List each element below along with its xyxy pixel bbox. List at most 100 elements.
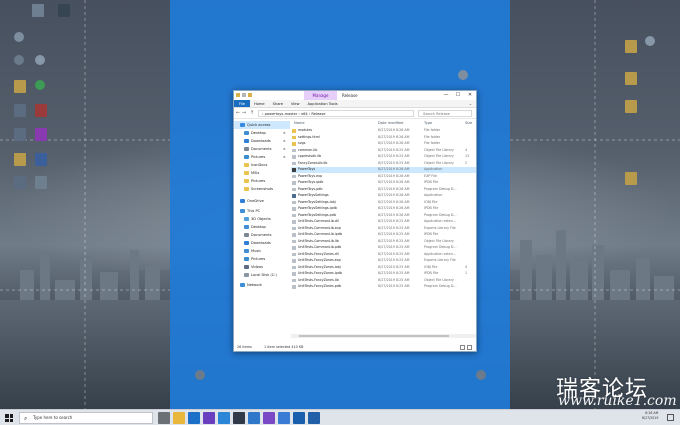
nav-pc-downloads[interactable]: Downloads bbox=[234, 239, 290, 247]
table-row[interactable]: common.lib 8/27/2019 8:25 AM Object File L… bbox=[291, 148, 476, 154]
desktop-folder-icon[interactable] bbox=[14, 80, 26, 93]
store-icon[interactable] bbox=[278, 412, 290, 424]
file-explorer-window[interactable]: Manage Release — ☐ ✕ File Home Share Vie… bbox=[233, 90, 477, 352]
tab-share[interactable]: Share bbox=[269, 100, 287, 107]
nav-music[interactable]: Music bbox=[234, 247, 290, 255]
tab-home[interactable]: Home bbox=[250, 100, 269, 107]
title-bar[interactable]: Manage Release — ☐ ✕ bbox=[234, 91, 476, 100]
minimize-button[interactable]: — bbox=[440, 91, 452, 100]
desktop-app-icon[interactable] bbox=[14, 176, 26, 189]
desktop-folder-icon[interactable] bbox=[625, 100, 637, 113]
table-row[interactable]: settings-html 8/27/2019 8:26 AM File folde… bbox=[291, 135, 476, 141]
table-row[interactable]: PowerToysSettings.pdb 8/27/2019 8:26 AM Pr… bbox=[291, 213, 476, 219]
desktop-icon[interactable] bbox=[14, 32, 24, 42]
edge-icon[interactable] bbox=[188, 412, 200, 424]
action-center-icon[interactable] bbox=[667, 414, 674, 421]
nav-documents[interactable]: Documents ✱ bbox=[234, 145, 290, 153]
table-row[interactable]: FancyZonesLib.lib 8/27/2019 8:25 AM Object… bbox=[291, 161, 476, 167]
desktop-app-icon[interactable] bbox=[58, 4, 70, 17]
close-button[interactable]: ✕ bbox=[464, 91, 476, 100]
taskbar-search-box[interactable]: ⌕ Type here to search bbox=[19, 412, 153, 424]
scrollbar-thumb[interactable] bbox=[299, 335, 449, 337]
table-row[interactable]: UnitTests-FancyZones.dll 8/27/2019 8:25 A… bbox=[291, 252, 476, 258]
address-bar[interactable]: › powertoys-master › x64 › Release bbox=[258, 110, 414, 117]
table-row[interactable]: UnitTests-CommonLib.lib 8/27/2019 8:25 AM… bbox=[291, 239, 476, 245]
desktop-icon[interactable] bbox=[458, 70, 468, 80]
nav-onedrive[interactable]: OneDrive bbox=[234, 197, 290, 205]
nav-3d-objects[interactable]: 3D Objects bbox=[234, 215, 290, 223]
table-row[interactable]: UnitTests-FancyZones.lib 8/27/2019 8:25 A… bbox=[291, 278, 476, 284]
tab-file[interactable]: File bbox=[234, 100, 251, 107]
task-view-icon[interactable] bbox=[158, 412, 170, 424]
nav-pictures-folder[interactable]: Pictures bbox=[234, 177, 290, 185]
table-row[interactable]: UnitTests-CommonLib.ipdb 8/27/2019 8:25 A… bbox=[291, 232, 476, 238]
table-row[interactable]: svgs 8/27/2019 8:26 AM File folder bbox=[291, 141, 476, 147]
table-row[interactable]: UnitTests-FancyZones.pdb 8/27/2019 8:25 A… bbox=[291, 284, 476, 290]
table-row[interactable]: UnitTests-FancyZones.exp 8/27/2019 8:25 A… bbox=[291, 258, 476, 264]
nav-videos[interactable]: Videos bbox=[234, 263, 290, 271]
desktop-app-icon[interactable] bbox=[14, 104, 26, 117]
nav-pictures[interactable]: Pictures ✱ bbox=[234, 153, 290, 161]
table-row[interactable]: PowerToys.pdb 8/27/2019 8:26 AM Program De… bbox=[291, 187, 476, 193]
nav-quick-access[interactable]: Quick access bbox=[234, 121, 290, 129]
table-row[interactable]: PowerToys 8/27/2019 8:26 AM Application bbox=[291, 167, 476, 173]
desktop-app-icon[interactable] bbox=[35, 153, 47, 166]
up-arrow-icon[interactable]: ↑ bbox=[249, 108, 255, 119]
nav-desktop[interactable]: Desktop ✱ bbox=[234, 129, 290, 137]
column-name[interactable]: Name bbox=[294, 121, 305, 125]
table-row[interactable]: modules 8/27/2019 8:26 AM File folder bbox=[291, 128, 476, 134]
search-input[interactable]: Search Release bbox=[418, 110, 472, 117]
desktop-icon[interactable] bbox=[645, 36, 655, 46]
column-type[interactable]: Type bbox=[424, 121, 432, 125]
file-explorer-icon[interactable] bbox=[173, 412, 185, 424]
manage-tab[interactable]: Manage bbox=[304, 91, 337, 100]
app-2-icon[interactable] bbox=[308, 412, 320, 424]
nav-network[interactable]: Network bbox=[234, 281, 290, 289]
desktop-icon[interactable] bbox=[35, 55, 45, 65]
app-icon[interactable] bbox=[293, 412, 305, 424]
start-button[interactable] bbox=[5, 414, 13, 422]
maximize-button[interactable]: ☐ bbox=[452, 91, 464, 100]
desktop-app-icon[interactable] bbox=[14, 128, 26, 141]
desktop-folder-icon[interactable] bbox=[625, 72, 637, 85]
table-row[interactable]: PowerToys.ipdb 8/27/2019 8:26 AM IPDB File bbox=[291, 180, 476, 186]
large-icons-view-icon[interactable] bbox=[467, 345, 472, 350]
visual-studio-icon[interactable] bbox=[203, 412, 215, 424]
tab-application-tools[interactable]: Application Tools bbox=[304, 100, 342, 107]
table-row[interactable]: PowerToys.exp 8/27/2019 8:26 AM EXP File bbox=[291, 174, 476, 180]
table-row[interactable]: UnitTests-CommonLib.dll 8/27/2019 8:25 AM… bbox=[291, 219, 476, 225]
table-row[interactable]: UnitTests-CommonLib.exp 8/27/2019 8:25 AM… bbox=[291, 226, 476, 232]
visual-studio-2-icon[interactable] bbox=[263, 412, 275, 424]
system-tray-clock[interactable]: 8:26 AM 8/27/2019 bbox=[642, 411, 658, 421]
desktop-app-icon[interactable] bbox=[35, 104, 47, 117]
tab-view[interactable]: View bbox=[287, 100, 304, 107]
nav-downloads[interactable]: Downloads ✱ bbox=[234, 137, 290, 145]
table-row[interactable]: UnitTests-CommonLib.pdb 8/27/2019 8:25 AM… bbox=[291, 245, 476, 251]
table-row[interactable]: PowerToysSettings.iobj 8/27/2019 8:26 AM I… bbox=[291, 200, 476, 206]
nav-pc-desktop[interactable]: Desktop bbox=[234, 223, 290, 231]
desktop-folder-icon[interactable] bbox=[14, 153, 26, 166]
table-row[interactable]: PowerToysSettings 8/27/2019 8:26 AM Applic… bbox=[291, 193, 476, 199]
column-size[interactable]: Size bbox=[465, 121, 472, 125]
table-row[interactable]: cpprestsdk.lib 8/27/2019 8:25 AM Object Fi… bbox=[291, 154, 476, 160]
desktop-folder-icon[interactable] bbox=[625, 172, 637, 185]
table-row[interactable]: UnitTests-FancyZones.ipdb 8/27/2019 8:25 … bbox=[291, 271, 476, 277]
desktop-app-icon[interactable] bbox=[35, 176, 47, 189]
desktop-icon[interactable] bbox=[35, 80, 45, 90]
ribbon-expand-icon[interactable]: ⌄ bbox=[465, 100, 476, 107]
nav-pc-documents[interactable]: Documents bbox=[234, 231, 290, 239]
horizontal-scrollbar[interactable] bbox=[291, 334, 476, 338]
nav-screenshots[interactable]: Screenshots bbox=[234, 185, 290, 193]
desktop-icon[interactable] bbox=[195, 370, 205, 380]
nav-pc-pictures[interactable]: Pictures bbox=[234, 255, 290, 263]
mail-icon[interactable] bbox=[248, 412, 260, 424]
desktop-folder-icon[interactable] bbox=[625, 40, 637, 53]
column-date-modified[interactable]: Date modified bbox=[378, 121, 403, 125]
nav-icondocs[interactable]: IconDocs bbox=[234, 161, 290, 169]
nav-this-pc[interactable]: This PC bbox=[234, 207, 290, 215]
table-row[interactable]: UnitTests-FancyZones.iobj 8/27/2019 8:25 … bbox=[291, 265, 476, 271]
nav-msis[interactable]: MSIs bbox=[234, 169, 290, 177]
nav-local-disk[interactable]: Local Disk (C:) bbox=[234, 271, 290, 279]
details-view-icon[interactable] bbox=[460, 345, 465, 350]
desktop-app-icon[interactable] bbox=[32, 4, 44, 17]
